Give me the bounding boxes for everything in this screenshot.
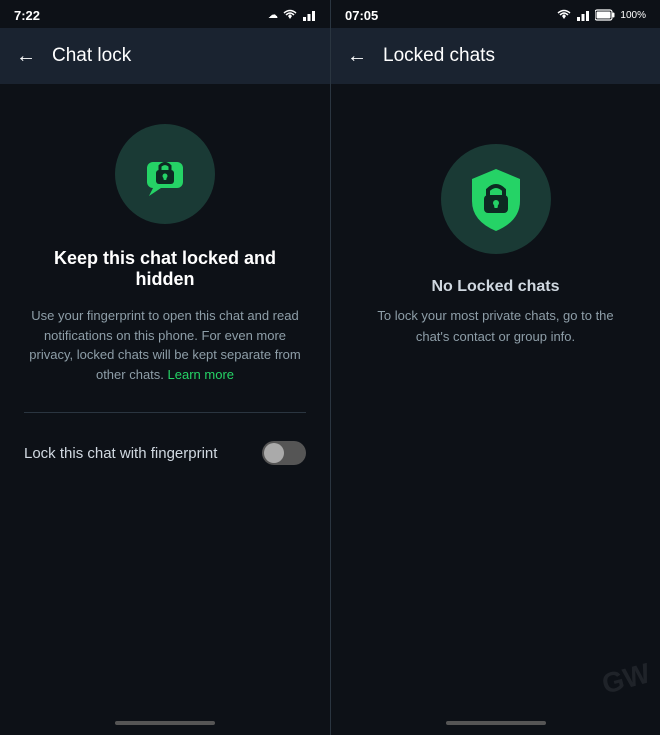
page-title-right: Locked chats bbox=[383, 45, 495, 67]
home-indicator-left bbox=[115, 721, 215, 725]
left-panel: 7:22 ☁ ← Chat lock bbox=[0, 0, 330, 735]
signal-icon-right bbox=[576, 9, 590, 21]
time-right: 07:05 bbox=[345, 8, 378, 23]
no-locked-description: To lock your most private chats, go to t… bbox=[361, 306, 630, 348]
divider bbox=[24, 412, 306, 413]
chat-lock-icon bbox=[139, 148, 191, 200]
status-bar-right: 07:05 100% bbox=[331, 0, 660, 28]
right-panel: 07:05 100% ← Locked chats bbox=[330, 0, 660, 735]
back-button-left[interactable]: ← bbox=[16, 45, 36, 68]
right-content: No Locked chats To lock your most privat… bbox=[331, 84, 660, 735]
home-indicator-right bbox=[446, 721, 546, 725]
wifi-icon-left bbox=[283, 9, 297, 21]
fingerprint-toggle[interactable] bbox=[262, 441, 306, 465]
battery-percent: 100% bbox=[620, 10, 646, 21]
main-description: Use your fingerprint to open this chat a… bbox=[24, 306, 306, 384]
toggle-row: Lock this chat with fingerprint bbox=[24, 433, 306, 473]
cloud-icon: ☁ bbox=[268, 10, 278, 21]
main-title: Keep this chat locked and hidden bbox=[24, 248, 306, 290]
left-content: Keep this chat locked and hidden Use you… bbox=[0, 84, 330, 497]
status-icons-left: ☁ bbox=[268, 9, 316, 21]
status-bar-left: 7:22 ☁ bbox=[0, 0, 330, 28]
page-title-left: Chat lock bbox=[52, 45, 131, 67]
learn-more-link[interactable]: Learn more bbox=[168, 367, 234, 382]
toggle-knob bbox=[264, 443, 284, 463]
status-icons-right: 100% bbox=[557, 9, 646, 21]
chat-lock-icon-circle bbox=[115, 124, 215, 224]
back-button-right[interactable]: ← bbox=[347, 45, 367, 68]
toggle-label: Lock this chat with fingerprint bbox=[24, 445, 217, 462]
signal-icon-left bbox=[302, 9, 316, 21]
no-locked-title: No Locked chats bbox=[431, 278, 559, 296]
shield-lock-icon bbox=[466, 165, 526, 233]
header-left: ← Chat lock bbox=[0, 28, 330, 84]
battery-icon bbox=[595, 9, 615, 21]
shield-icon-circle bbox=[441, 144, 551, 254]
time-left: 7:22 bbox=[14, 8, 40, 23]
header-right: ← Locked chats bbox=[331, 28, 660, 84]
wifi-icon-right bbox=[557, 9, 571, 21]
